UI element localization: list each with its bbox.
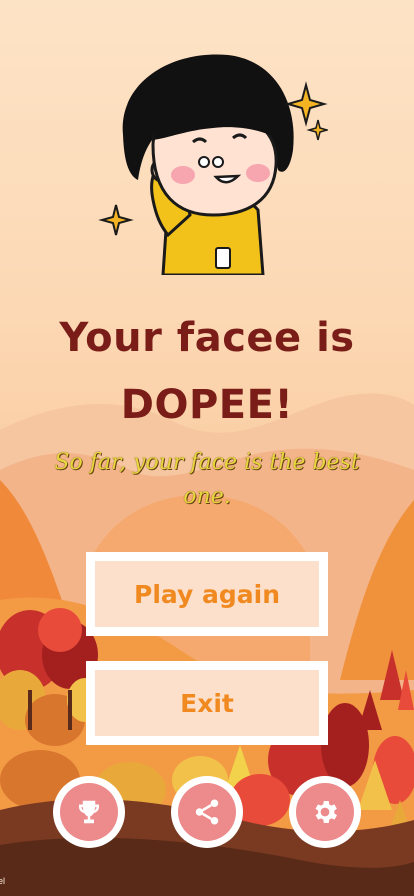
- trophy-icon: [79, 800, 99, 824]
- girl-avatar-icon: [98, 54, 330, 277]
- exit-button[interactable]: Exit: [86, 661, 328, 745]
- result-subtitle: So far, your face is the best one.: [54, 450, 360, 509]
- settings-button[interactable]: [289, 776, 361, 848]
- result-headline-line2: DOPEE!: [120, 382, 294, 428]
- leaderboard-button[interactable]: [53, 776, 125, 848]
- result-headline-line1: Your facee is: [59, 315, 355, 361]
- watermark-text: el: [0, 876, 6, 886]
- cartoon-girl-illustration: [98, 50, 330, 277]
- gear-icon: [315, 801, 337, 823]
- share-button[interactable]: [171, 776, 243, 848]
- play-again-button[interactable]: Play again: [86, 552, 328, 636]
- exit-label: Exit: [180, 688, 234, 718]
- share-icon: [195, 799, 219, 825]
- play-again-label: Play again: [134, 579, 280, 609]
